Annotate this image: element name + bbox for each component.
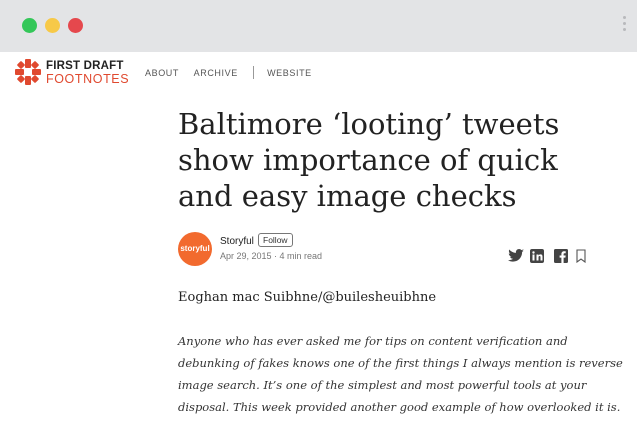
maximize-window-button[interactable] bbox=[22, 18, 37, 33]
nav-link-about[interactable]: ABOUT bbox=[145, 68, 179, 78]
more-options-icon[interactable] bbox=[623, 16, 627, 34]
brand-name-line2[interactable]: FOOTNOTES bbox=[46, 72, 129, 86]
facebook-icon[interactable] bbox=[554, 249, 568, 263]
article-byline: Eoghan mac Suibhne/@builesheuibhne bbox=[178, 290, 437, 305]
author-name[interactable]: Storyful bbox=[220, 236, 254, 247]
minimize-window-button[interactable] bbox=[45, 18, 60, 33]
browser-chrome bbox=[0, 0, 637, 52]
brand-name-line1[interactable]: FIRST DRAFT bbox=[46, 60, 124, 72]
twitter-icon[interactable] bbox=[508, 249, 524, 263]
nav-link-website[interactable]: WEBSITE bbox=[267, 68, 312, 78]
follow-button[interactable]: Follow bbox=[258, 233, 293, 247]
close-window-button[interactable] bbox=[68, 18, 83, 33]
linkedin-icon[interactable] bbox=[530, 249, 544, 263]
first-draft-logo-icon[interactable] bbox=[14, 58, 42, 86]
site-header: FIRST DRAFT FOOTNOTES ABOUT ARCHIVE WEBS… bbox=[0, 52, 637, 90]
nav-link-archive[interactable]: ARCHIVE bbox=[194, 68, 238, 78]
nav-divider bbox=[252, 66, 254, 79]
article-title: Baltimore ‘looting’ tweets show importan… bbox=[178, 107, 560, 213]
nav-links: ABOUT ARCHIVE WEBSITE bbox=[145, 66, 324, 79]
bookmark-icon[interactable] bbox=[576, 249, 586, 263]
author-avatar[interactable]: storyful bbox=[178, 232, 212, 266]
post-date-read-time: Apr 29, 2015 · 4 min read bbox=[220, 251, 323, 261]
article-lede: Anyone who has ever asked me for tips on… bbox=[178, 334, 623, 414]
